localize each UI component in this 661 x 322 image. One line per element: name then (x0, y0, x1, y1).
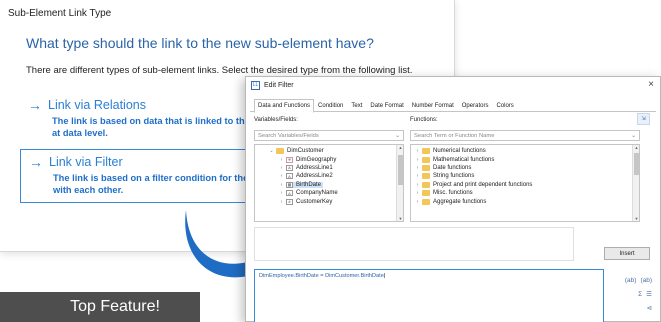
chevron-right-icon: › (280, 198, 283, 205)
top-feature-banner: Top Feature! (0, 292, 200, 322)
title-bar: LL Edit Filter (246, 77, 660, 93)
table-icon: ⁜ (286, 156, 293, 163)
tab-operators[interactable]: Operators (458, 99, 493, 113)
tree-item[interactable]: ⌄ DimCustomer (267, 147, 403, 155)
arrow-right-icon: → (28, 97, 42, 113)
tree-item-selected[interactable]: › ▦ BirthDate (267, 181, 403, 189)
expression-text: DimEmployee.BirthDate = DimCustomer.Birt… (259, 273, 384, 279)
tab-condition[interactable]: Condition (314, 99, 347, 113)
arrow-right-icon: → (29, 154, 43, 170)
expression-editor[interactable]: DimEmployee.BirthDate = DimCustomer.Birt… (254, 269, 604, 322)
variables-label: Variables/Fields: (254, 117, 298, 123)
tree-item[interactable]: › Misc. functions (413, 189, 639, 197)
app-icon: LL (251, 80, 260, 90)
tree-item[interactable]: › A CompanyName (267, 189, 403, 197)
tab-text[interactable]: Text (347, 99, 366, 113)
chevron-right-icon: › (280, 190, 283, 197)
chevron-right-icon: › (280, 164, 283, 171)
chevron-right-icon: › (416, 181, 419, 188)
chevron-down-icon: ⌄ (631, 132, 636, 139)
scroll-down-icon[interactable]: ▼ (633, 216, 639, 221)
close-icon[interactable]: × (648, 79, 654, 90)
tree-item[interactable]: › Numerical functions (413, 147, 639, 155)
tree-item[interactable]: › Date functions (413, 164, 639, 172)
chevron-right-icon: › (416, 190, 419, 197)
tree-item[interactable]: › Project and print dependent functions (413, 181, 639, 189)
tree-item[interactable]: › String functions (413, 172, 639, 180)
screenshot-stage: Sub-Element Link Type What type should t… (0, 0, 661, 322)
tab-data-and-functions[interactable]: Data and Functions (254, 99, 315, 113)
insert-button[interactable]: Insert (604, 247, 650, 260)
folder-icon (422, 198, 430, 205)
function-wizard-icon[interactable]: ⇲ (637, 113, 650, 125)
folder-icon (422, 190, 430, 197)
tree-item[interactable]: › A AddressLine1 (267, 164, 403, 172)
scroll-thumb[interactable] (398, 155, 403, 185)
text-field-icon: A (286, 173, 293, 180)
folder-icon (276, 148, 284, 155)
dialog-question: What type should the link to the new sub… (26, 35, 374, 51)
tab-colors[interactable]: Colors (492, 99, 517, 113)
function-description-area (254, 227, 574, 261)
folder-icon (422, 156, 430, 163)
option-label: Link via Filter (49, 155, 123, 169)
scroll-up-icon[interactable]: ▲ (633, 145, 639, 150)
functions-label: Functions: (410, 117, 438, 123)
tree-item[interactable]: › # CustomerKey (267, 197, 403, 205)
scroll-thumb[interactable] (634, 153, 639, 175)
dialog-title: Edit Filter (264, 81, 294, 89)
chevron-right-icon: › (280, 156, 283, 163)
dialog-description: There are different types of sub-element… (26, 65, 413, 76)
folder-icon (422, 173, 430, 180)
chevron-right-icon: › (280, 181, 283, 188)
chevron-right-icon: › (416, 173, 419, 180)
sum-icon[interactable]: Σ (638, 291, 642, 298)
search-functions-input[interactable]: Search Term or Function Name ⌄ (410, 130, 640, 141)
tree-item[interactable]: › Aggregate functions (413, 197, 639, 205)
chevron-right-icon: › (416, 164, 419, 171)
search-variables-input[interactable]: Search Variables/Fields ⌄ (254, 130, 404, 141)
variables-tree[interactable]: ⌄ DimCustomer › ⁜ DimGeography › A AddressLin… (254, 144, 404, 222)
folder-icon (422, 164, 430, 171)
dialog-title: Sub-Element Link Type (8, 8, 112, 19)
text-field-icon: A (286, 164, 293, 171)
scrollbar[interactable]: ▲ ▼ (396, 145, 403, 221)
number-field-icon: # (286, 198, 293, 205)
arrow-icon[interactable]: ⊲ (647, 304, 652, 312)
chevron-right-icon: › (416, 198, 419, 205)
tree-item[interactable]: › A AddressLine2 (267, 172, 403, 180)
scrollbar[interactable]: ▲ ▼ (632, 145, 639, 221)
chevron-right-icon: › (280, 173, 283, 180)
parentheses-icon[interactable]: (ab) (640, 277, 652, 284)
folder-icon (422, 148, 430, 155)
tree-item[interactable]: › Mathematical functions (413, 155, 639, 163)
editor-toolbar: (ab) (ab) Σ ☰ ⊲ (622, 273, 652, 315)
chevron-down-icon: ⌄ (269, 148, 274, 155)
chevron-down-icon: ⌄ (395, 132, 400, 139)
scroll-down-icon[interactable]: ▼ (397, 216, 403, 221)
chevron-right-icon: › (416, 148, 419, 155)
list-icon[interactable]: ☰ (646, 290, 652, 298)
date-field-icon: ▦ (286, 181, 293, 188)
tree-item[interactable]: › ⁜ DimGeography (267, 155, 403, 163)
edit-filter-dialog: LL Edit Filter × Data and Functions Cond… (245, 76, 661, 322)
folder-icon (422, 181, 430, 188)
tab-strip: Data and Functions Condition Text Date F… (254, 99, 518, 113)
option-label: Link via Relations (48, 98, 146, 112)
functions-tree[interactable]: › Numerical functions › Mathematical funct… (410, 144, 640, 222)
tab-number-format[interactable]: Number Format (408, 99, 458, 113)
scroll-up-icon[interactable]: ▲ (397, 145, 403, 150)
chevron-right-icon: › (416, 156, 419, 163)
text-field-icon: A (286, 190, 293, 197)
tab-date-format[interactable]: Date Format (366, 99, 407, 113)
parentheses-icon[interactable]: (ab) (625, 277, 637, 284)
